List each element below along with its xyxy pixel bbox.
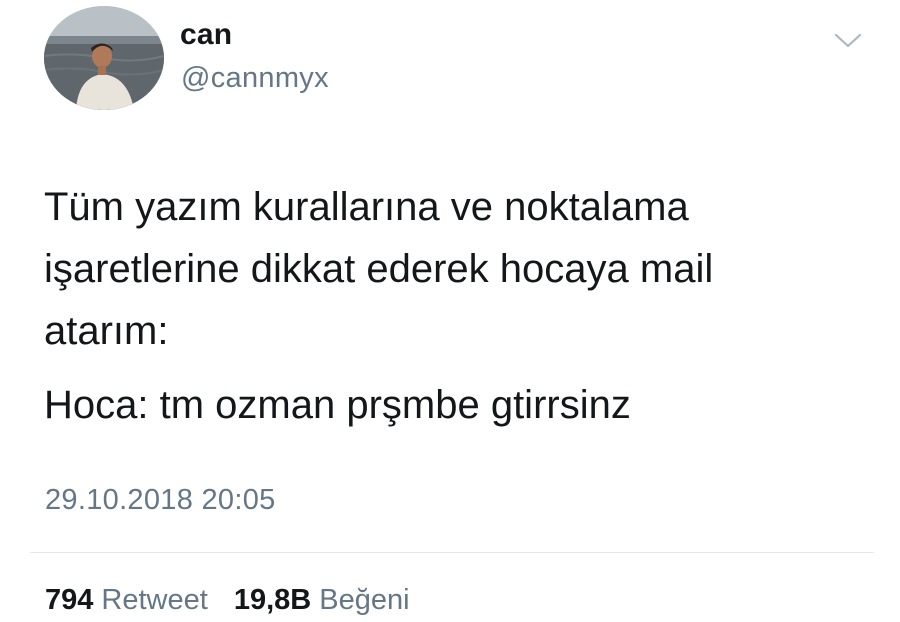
like-label: Beğeni — [319, 584, 410, 616]
tweet-text-line: işaretlerine dikkat ederek hocaya mail — [44, 247, 714, 291]
tweet-text: Tüm yazım kurallarına ve noktalama işare… — [44, 176, 874, 436]
display-name[interactable]: can — [180, 18, 232, 52]
like-count-link[interactable]: 19,8B Beğeni — [234, 584, 410, 617]
divider — [30, 552, 874, 553]
like-count: 19,8B — [233, 584, 312, 616]
tweet-text-line: Hoca: tm ozman prşmbe gtirrsinz — [44, 383, 631, 427]
tweet-timestamp[interactable]: 29.10.2018 20:05 — [45, 484, 276, 517]
avatar[interactable] — [44, 6, 164, 110]
avatar-photo — [44, 6, 164, 110]
user-handle[interactable]: @cannmyx — [181, 62, 329, 95]
chevron-down-icon[interactable] — [832, 26, 864, 54]
tweet-card: can @cannmyx Tüm yazım kurallarına ve no… — [0, 0, 900, 622]
retweet-label: Retweet — [101, 584, 208, 616]
retweet-count-link[interactable]: 794 Retweet — [45, 584, 208, 617]
retweet-count: 794 — [45, 584, 94, 616]
tweet-text-line: Tüm yazım kurallarına ve noktalama — [44, 185, 689, 229]
tweet-text-line: atarım: — [44, 309, 169, 353]
tweet-stats: 794 Retweet 19,8B Beğeni — [45, 584, 428, 617]
